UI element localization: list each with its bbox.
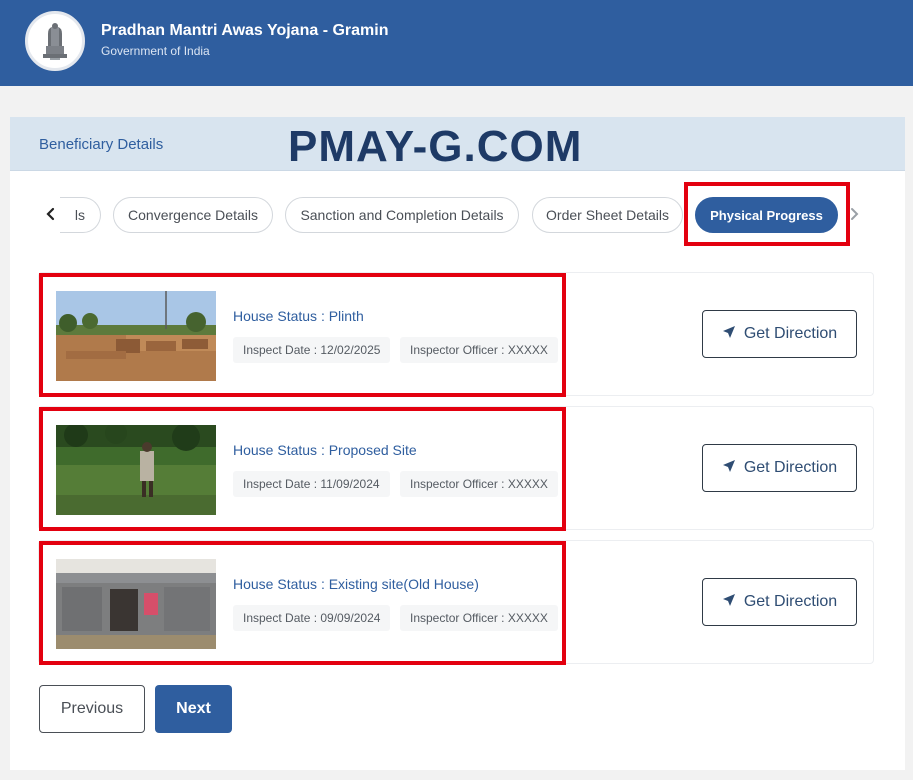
highlight-box	[39, 273, 566, 397]
tab-partial[interactable]: ls	[60, 197, 101, 233]
watermark-text: PMAY-G.COM	[288, 122, 583, 171]
section-title: Beneficiary Details	[39, 136, 164, 153]
progress-record: House Status : Proposed Site Inspect Dat…	[38, 406, 874, 531]
tab-order-sheet-details[interactable]: Order Sheet Details	[532, 197, 683, 233]
previous-button[interactable]: Previous	[39, 685, 145, 733]
get-direction-label: Get Direction	[743, 593, 838, 610]
highlight-box	[684, 182, 850, 246]
tab-sanction-completion-details[interactable]: Sanction and Completion Details	[285, 197, 519, 233]
tab-convergence-details[interactable]: Convergence Details	[113, 197, 273, 233]
chevron-right-icon[interactable]	[843, 199, 865, 229]
highlight-box	[39, 407, 566, 531]
section-header: Beneficiary Details PMAY-G.COM	[10, 117, 905, 171]
get-direction-button[interactable]: Get Direction	[702, 444, 857, 492]
national-emblem-icon	[25, 11, 85, 71]
highlight-box	[39, 541, 566, 665]
get-direction-button[interactable]: Get Direction	[702, 310, 857, 358]
get-direction-label: Get Direction	[743, 325, 838, 342]
progress-record: House Status : Plinth Inspect Date : 12/…	[38, 272, 874, 397]
app-subtitle: Government of India	[101, 44, 210, 58]
get-direction-label: Get Direction	[743, 459, 838, 476]
paper-plane-icon	[722, 325, 736, 344]
app-title: Pradhan Mantri Awas Yojana - Gramin	[101, 22, 389, 39]
paper-plane-icon	[722, 593, 736, 612]
get-direction-button[interactable]: Get Direction	[702, 578, 857, 626]
next-button[interactable]: Next	[155, 685, 232, 733]
progress-record: House Status : Existing site(Old House) …	[38, 540, 874, 665]
chevron-left-icon[interactable]	[41, 199, 61, 229]
app-header: Pradhan Mantri Awas Yojana - Gramin Gove…	[0, 0, 913, 86]
paper-plane-icon	[722, 459, 736, 478]
